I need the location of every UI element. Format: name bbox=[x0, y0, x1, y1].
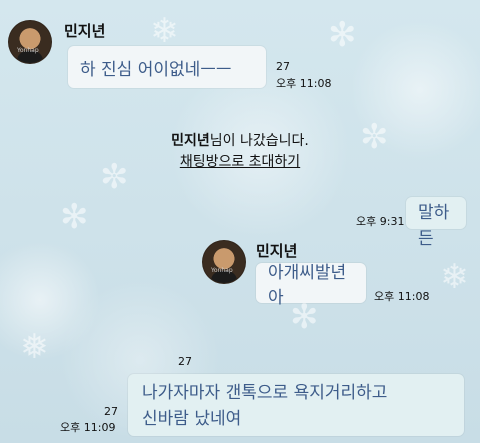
left-notice-text: 님이 나갔습니다. bbox=[209, 133, 309, 149]
message-text: 하 진심 어이없네ㅡㅡ bbox=[80, 59, 232, 80]
unread-count: 27 bbox=[104, 405, 118, 418]
sender-avatar[interactable]: Yonhap bbox=[202, 240, 246, 284]
outgoing-message-bubble[interactable]: 나가자마자 갠톡으로 욕지거리하고 신바람 났네여 bbox=[128, 374, 464, 436]
message-time: 오후 11:08 bbox=[374, 290, 430, 303]
invite-to-chat-link[interactable]: 채팅방으로 초대하기 bbox=[180, 154, 300, 170]
snowflake-decoration: ❄ bbox=[150, 11, 179, 51]
message-time: 오후 9:31 bbox=[356, 215, 405, 228]
message-time: 오후 11:08 bbox=[276, 77, 332, 90]
unread-count: 27 bbox=[178, 355, 192, 368]
invite-link-row: 채팅방으로 초대하기 bbox=[0, 151, 480, 173]
message-text: 아개씨발년아 bbox=[268, 263, 347, 308]
system-notice: 민지년님이 나갔습니다. bbox=[0, 130, 480, 152]
message-time: 오후 11:09 bbox=[60, 421, 116, 434]
snowflake-decoration: ✻ bbox=[328, 15, 357, 55]
incoming-message-bubble[interactable]: 아개씨발년아 bbox=[256, 263, 366, 308]
snowflake-decoration: ❅ bbox=[20, 327, 49, 367]
avatar-tag: Yonhap bbox=[211, 267, 233, 274]
avatar-tag: Yonhap bbox=[17, 47, 39, 54]
message-line: 나가자마자 갠톡으로 욕지거리하고 bbox=[142, 383, 388, 403]
snowflake-decoration: ✻ bbox=[60, 197, 89, 237]
sender-name: 민지년 bbox=[64, 22, 106, 40]
message-text: 말하든 bbox=[418, 203, 450, 249]
sender-avatar[interactable]: Yonhap bbox=[8, 20, 52, 64]
outgoing-message-bubble[interactable]: 말하든 bbox=[406, 197, 466, 249]
message-line: 신바람 났네여 bbox=[142, 409, 242, 429]
left-user-name: 민지년 bbox=[171, 133, 210, 149]
unread-count: 27 bbox=[276, 60, 290, 73]
snowflake-decoration: ❄ bbox=[440, 257, 469, 297]
incoming-message-bubble[interactable]: 하 진심 어이없네ㅡㅡ bbox=[68, 46, 266, 88]
